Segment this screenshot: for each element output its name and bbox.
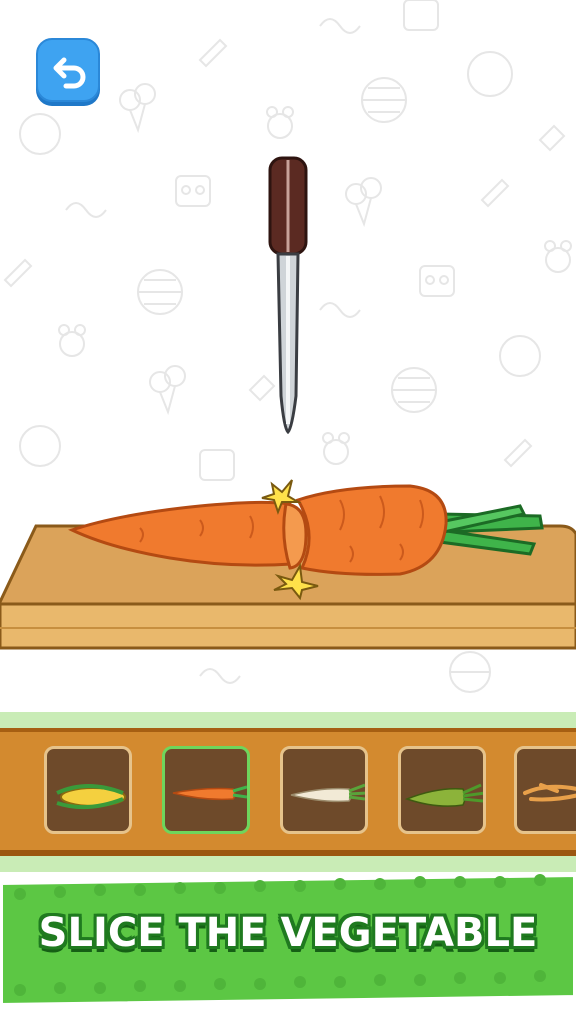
knife[interactable]: [262, 156, 314, 436]
ginseng-icon: [523, 783, 576, 802]
vegetable-slot-ginseng[interactable]: [514, 746, 576, 834]
vegetable-slot-carrot[interactable]: [162, 746, 250, 834]
vegetable-tray: [0, 728, 576, 856]
cucumber-icon: [404, 783, 483, 807]
undo-arrow-icon: [53, 57, 86, 89]
carrot-slice: [282, 502, 308, 570]
vegetable-slot-parsnip[interactable]: [280, 746, 368, 834]
vegetable-slot-corn[interactable]: [44, 746, 132, 834]
carrot-body-piece: [295, 484, 448, 576]
back-button[interactable]: [36, 38, 100, 102]
vegetable-slot-cucumber[interactable]: [398, 746, 486, 834]
cutting-board: [0, 479, 576, 650]
carrot-icon: [172, 785, 247, 801]
corn-icon: [56, 784, 126, 810]
parsnip-icon: [290, 783, 365, 803]
instruction-text: SLICE THE VEGETABLE: [38, 910, 538, 956]
